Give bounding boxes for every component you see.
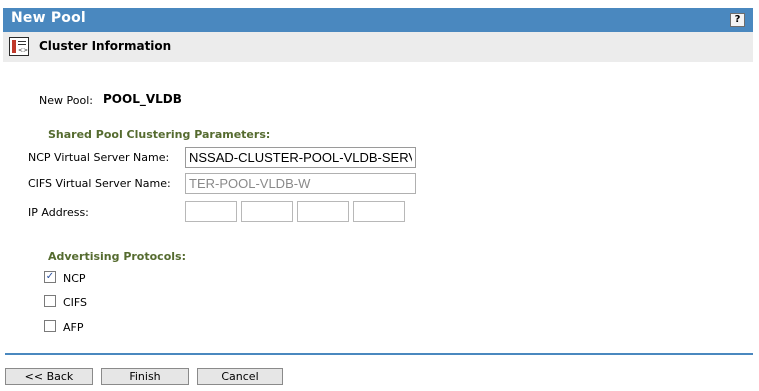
cifs-checkbox-label: CIFS xyxy=(63,296,88,309)
pool-name: POOL_VLDB xyxy=(103,92,182,106)
ncp-checkbox-label: NCP xyxy=(63,272,86,285)
section-header: <> Cluster Information xyxy=(3,32,753,62)
ncp-checkbox[interactable]: ✓ xyxy=(44,271,56,283)
cifs-server-input[interactable] xyxy=(185,173,416,194)
cifs-server-label: CIFS Virtual Server Name: xyxy=(28,177,171,190)
ip-octet-1-input[interactable] xyxy=(185,201,237,222)
section-title: Cluster Information xyxy=(39,39,172,53)
ip-address-label: IP Address: xyxy=(28,206,89,219)
ip-octet-4-input[interactable] xyxy=(353,201,405,222)
clustering-section-title: Shared Pool Clustering Parameters: xyxy=(48,128,271,141)
afp-checkbox-label: AFP xyxy=(63,321,84,334)
ip-octet-2-input[interactable] xyxy=(241,201,293,222)
cifs-checkbox[interactable] xyxy=(44,295,56,307)
cancel-button[interactable]: Cancel xyxy=(197,368,283,385)
back-button[interactable]: << Back xyxy=(5,368,93,385)
protocols-section-title: Advertising Protocols: xyxy=(48,250,186,263)
ncp-server-label: NCP Virtual Server Name: xyxy=(28,151,170,164)
page-title: New Pool xyxy=(11,10,86,26)
help-button[interactable]: ? xyxy=(730,13,745,27)
new-pool-label: New Pool: xyxy=(39,94,93,107)
afp-checkbox[interactable] xyxy=(44,320,56,332)
ip-octet-3-input[interactable] xyxy=(297,201,349,222)
finish-button[interactable]: Finish xyxy=(101,368,189,385)
cluster-info-icon: <> xyxy=(9,37,29,56)
title-bar: New Pool ? xyxy=(3,8,753,32)
footer-divider xyxy=(5,353,753,355)
ncp-server-input[interactable] xyxy=(185,147,416,168)
